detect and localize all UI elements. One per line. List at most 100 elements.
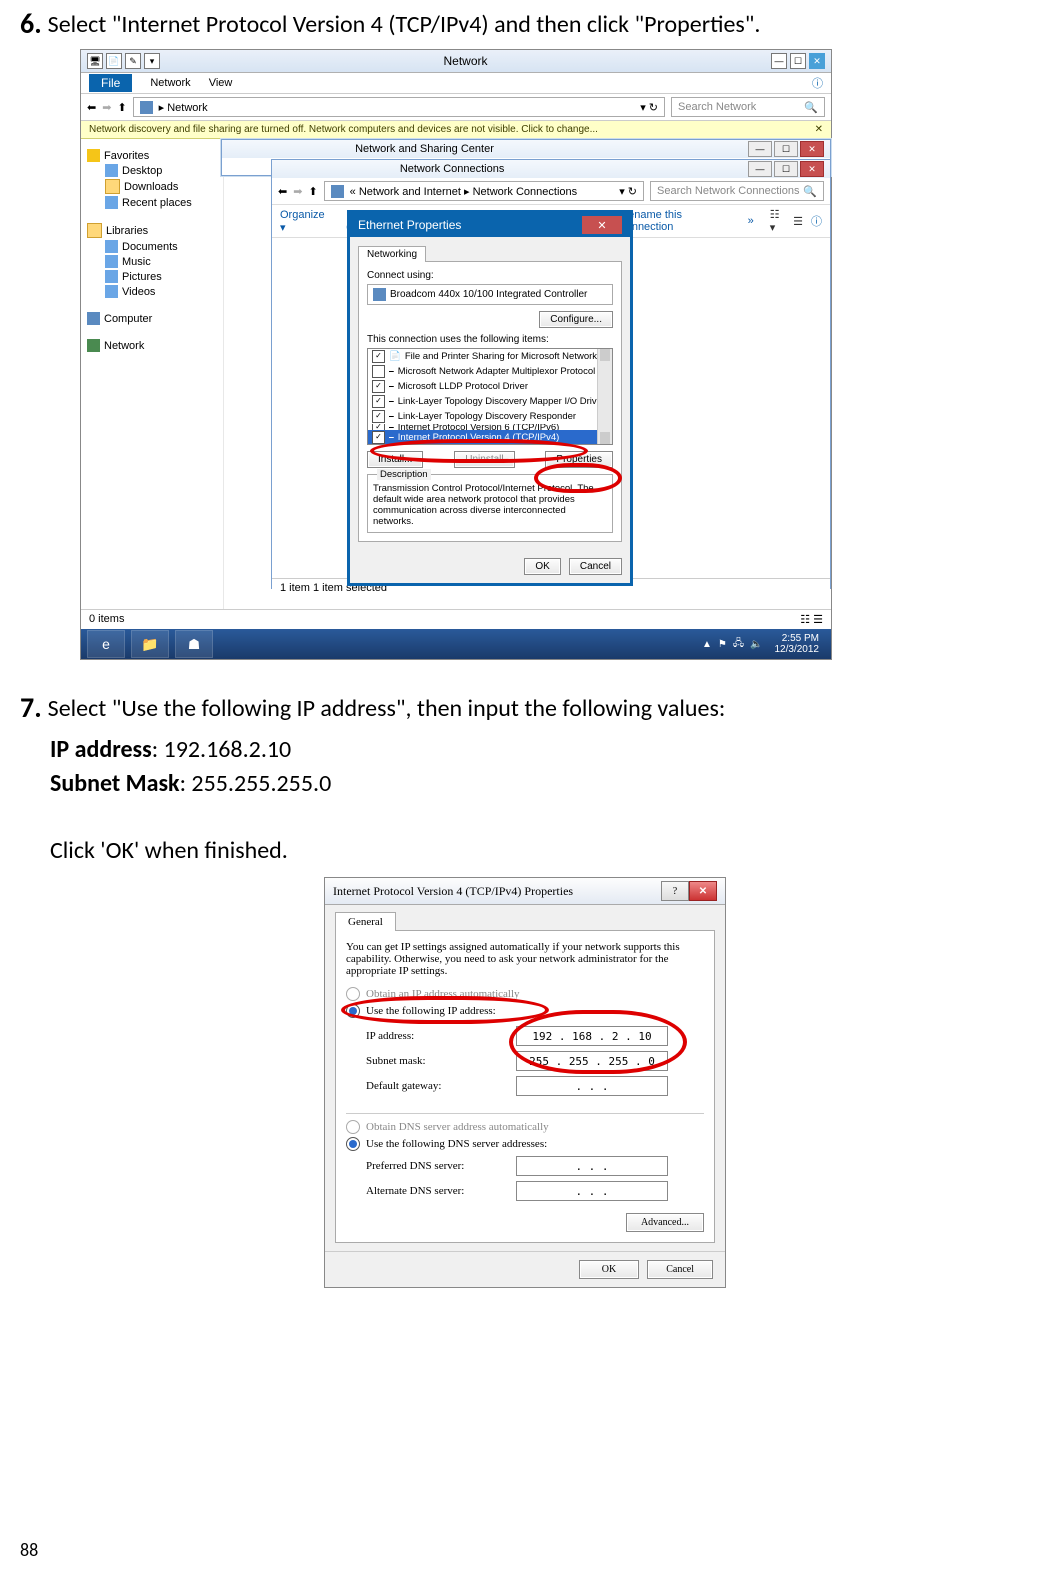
preferred-dns-input[interactable]: . . . (516, 1156, 668, 1176)
toolbar-rename[interactable]: Rename this connection (620, 209, 731, 233)
dialog-title: Internet Protocol Version 4 (TCP/IPv4) P… (333, 884, 573, 899)
adapter-field[interactable]: Broadcom 440x 10/100 Integrated Controll… (367, 284, 613, 305)
close-button[interactable]: ✕ (800, 161, 824, 177)
nav-libraries[interactable]: Libraries (106, 225, 148, 237)
general-tab[interactable]: General (335, 912, 396, 931)
address-bar-row: ⬅ ➡ ⬆ ▸ Network▾ ↻ Search Network🔍 (81, 94, 831, 121)
close-button[interactable]: ✕ (800, 141, 824, 157)
step-number: 6. (20, 6, 42, 41)
radio-use-dns[interactable] (346, 1137, 360, 1151)
maximize-button[interactable]: ☐ (774, 141, 798, 157)
qa-dropdown-icon[interactable]: ▾ (144, 53, 160, 69)
cancel-button[interactable]: Cancel (647, 1260, 713, 1279)
connect-using-label: Connect using: (367, 270, 613, 281)
tray-network-icon[interactable]: 🖧 (733, 636, 744, 653)
qa-icon[interactable]: 📄 (106, 53, 122, 69)
step-text: Select "Internet Protocol Version 4 (TCP… (48, 6, 761, 41)
close-button[interactable]: ✕ (689, 881, 717, 901)
ok-button[interactable]: OK (579, 1260, 639, 1279)
nc-search-input[interactable]: Search Network Connections🔍 (650, 181, 824, 201)
minimize-button[interactable]: — (748, 161, 772, 177)
dns1-label: Preferred DNS server: (366, 1160, 516, 1172)
nc-address-bar[interactable]: « Network and Internet ▸ Network Connect… (324, 181, 644, 201)
cancel-button[interactable]: Cancel (569, 558, 622, 575)
qa-icon[interactable]: ✎ (125, 53, 141, 69)
forward-button[interactable]: ➡ (293, 185, 302, 198)
protocol-list[interactable]: ✓📄File and Printer Sharing for Microsoft… (367, 348, 613, 445)
radio-auto-dns (346, 1120, 360, 1134)
maximize-button[interactable]: ☐ (774, 161, 798, 177)
tray-volume-icon[interactable]: 🔈 (750, 639, 762, 650)
view-buttons[interactable]: ☷ ☰ (800, 613, 823, 626)
ethernet-properties-dialog: Ethernet Properties ✕ Networking Connect… (347, 210, 633, 586)
radio-auto-ip[interactable] (346, 987, 360, 1001)
nav-videos[interactable]: Videos (122, 286, 155, 298)
maximize-button[interactable]: ☐ (790, 53, 806, 69)
toolbar-more[interactable]: » (748, 215, 754, 227)
taskbar-explorer-icon[interactable]: 📁 (131, 630, 169, 658)
step-text: Select "Use the following IP address", t… (48, 690, 726, 725)
close-button[interactable]: ✕ (809, 53, 825, 69)
mask-label: Subnet mask: (366, 1055, 516, 1067)
explorer-body: Favorites Desktop Downloads Recent place… (81, 139, 831, 609)
up-button[interactable]: ⬆ (117, 101, 126, 114)
nav-documents[interactable]: Documents (122, 241, 178, 253)
back-button[interactable]: ⬅ (278, 185, 287, 198)
properties-button[interactable]: Properties (545, 451, 613, 468)
ok-button[interactable]: OK (524, 558, 560, 575)
address-bar[interactable]: ▸ Network▾ ↻ (133, 97, 665, 117)
taskbar-app-icon[interactable]: ☗ (175, 630, 213, 658)
radio-use-ip[interactable] (346, 1004, 360, 1018)
app-icon: 🖥 (87, 53, 103, 69)
ribbon-file-tab[interactable]: File (89, 74, 132, 92)
nav-recent[interactable]: Recent places (122, 197, 192, 209)
scrollbar[interactable] (597, 349, 612, 444)
dialog-titlebar: Internet Protocol Version 4 (TCP/IPv4) P… (325, 878, 725, 905)
networking-tab[interactable]: Networking (358, 246, 426, 262)
window-title: Network (160, 54, 771, 68)
nav-music[interactable]: Music (122, 256, 151, 268)
gateway-label: Default gateway: (366, 1080, 516, 1092)
advanced-button[interactable]: Advanced... (626, 1213, 704, 1232)
clock[interactable]: 2:55 PM12/3/2012 (769, 633, 826, 655)
nav-desktop[interactable]: Desktop (122, 165, 162, 177)
ribbon-network-tab[interactable]: Network (150, 77, 190, 89)
ribbon-view-tab[interactable]: View (209, 77, 233, 89)
help-button[interactable]: ? (661, 881, 689, 901)
up-button[interactable]: ⬆ (308, 185, 317, 198)
configure-button[interactable]: Configure... (539, 311, 613, 328)
taskbar-ie-icon[interactable]: e (87, 630, 125, 658)
view-icons-button[interactable]: ☷ ▾ (770, 208, 785, 234)
toolbar-organize[interactable]: Organize ▾ (280, 209, 330, 234)
system-tray: ▲ ⚑ 🖧 🔈 2:55 PM12/3/2012 (702, 633, 825, 655)
view-details-button[interactable]: ☰ (793, 215, 803, 228)
nav-pictures[interactable]: Pictures (122, 271, 162, 283)
dialog-title: Ethernet Properties (358, 218, 461, 232)
minimize-button[interactable]: — (748, 141, 772, 157)
nav-network[interactable]: Network (104, 340, 144, 352)
taskbar: e 📁 ☗ ▲ ⚑ 🖧 🔈 2:55 PM12/3/2012 (81, 629, 831, 659)
install-button[interactable]: Install... (367, 451, 423, 468)
close-button[interactable]: ✕ (582, 216, 622, 234)
navigation-pane: Favorites Desktop Downloads Recent place… (81, 139, 224, 609)
nav-favorites[interactable]: Favorites (104, 150, 149, 162)
help-button[interactable]: ⓘ (811, 213, 822, 229)
subnet-mask-input[interactable]: 255 . 255 . 255 . 0 (516, 1051, 668, 1071)
network-connections-window: Network Connections —☐✕ ⬅➡⬆ « Network an… (271, 159, 831, 589)
alternate-dns-input[interactable]: . . . (516, 1181, 668, 1201)
nav-downloads[interactable]: Downloads (124, 181, 178, 193)
forward-button[interactable]: ➡ (102, 101, 111, 114)
search-input[interactable]: Search Network🔍 (671, 97, 825, 117)
tray-flag-icon[interactable]: ⚑ (718, 639, 727, 650)
minimize-button[interactable]: — (771, 53, 787, 69)
nav-computer[interactable]: Computer (104, 313, 152, 325)
step7-values: IP address: 192.168.2.10 Subnet Mask: 25… (50, 733, 1030, 867)
screenshot-network-explorer: 🖥 📄 ✎ ▾ Network — ☐ ✕ File Network View … (80, 49, 832, 660)
info-bar[interactable]: Network discovery and file sharing are t… (81, 121, 831, 139)
tray-arrow-icon[interactable]: ▲ (702, 639, 712, 650)
window-titlebar: 🖥 📄 ✎ ▾ Network — ☐ ✕ (81, 50, 831, 73)
ip-address-input[interactable]: 192 . 168 . 2 . 10 (516, 1026, 668, 1046)
ipv4-properties-dialog: Internet Protocol Version 4 (TCP/IPv4) P… (324, 877, 726, 1288)
back-button[interactable]: ⬅ (87, 101, 96, 114)
gateway-input[interactable]: . . . (516, 1076, 668, 1096)
